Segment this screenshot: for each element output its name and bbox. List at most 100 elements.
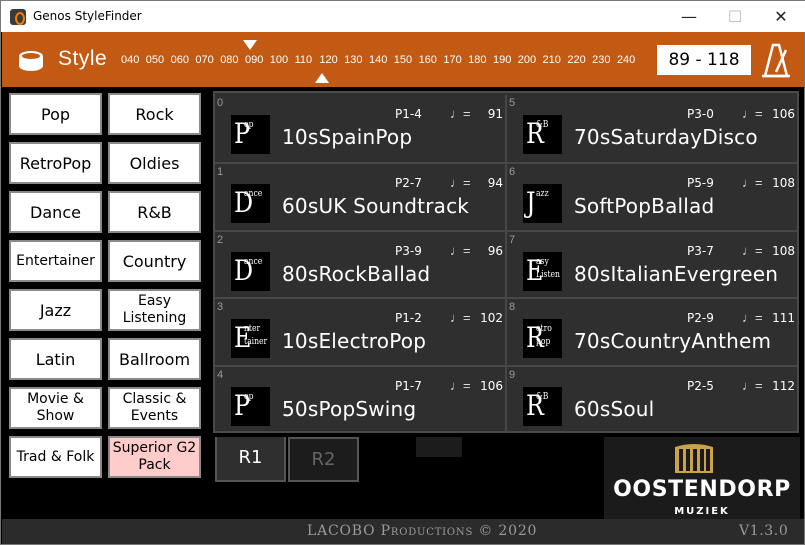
tempo-lower-marker[interactable] [243,40,257,50]
category-button-classic-events[interactable]: Classic & Events [108,387,201,429]
category-button-trad-folk[interactable]: Trad & Folk [9,436,102,478]
quarter-note-icon: ♩= [450,310,471,325]
tempo-mark: 150 [393,54,413,66]
style-tempo: 106 [480,379,503,393]
style-item[interactable]: 8 Retro pop P2-9 ♩= 111 70sCountryAnthem [507,299,797,367]
tempo-mark: 230 [592,54,611,66]
tempo-mark: 140 [368,54,388,66]
tab-r1[interactable]: R1 [215,437,286,482]
style-registration: P5-9 [687,176,714,190]
tempo-mark: 080 [220,54,239,66]
category-button-rnb[interactable]: R&B [108,191,201,233]
logo-text: &B [536,392,549,402]
tempo-mark: 090 [244,54,264,66]
category-button-pop[interactable]: Pop [9,93,102,135]
style-item[interactable]: 9 R &B P2-5 ♩= 112 60sSoul [507,367,797,435]
quarter-note-icon: ♩= [450,243,471,258]
style-item[interactable]: 4 Pop P1-7 ♩= 106 50sPopSwing [215,367,505,435]
tempo-mark: 070 [195,54,214,66]
category-button-ballroom[interactable]: Ballroom [108,338,201,380]
category-button-oldies[interactable]: Oldies [108,142,201,184]
tempo-scale[interactable]: 040 050 060 070 080 090 100 110 120 130 140 150 160 1… [121,54,642,66]
close-button[interactable]: ✕ [758,1,804,32]
style-category-icon: R &B [523,387,562,426]
tab-r2[interactable]: R2 [288,437,359,482]
tempo-range-display: 89 - 118 [657,45,751,75]
style-category-icon: R &B [523,115,562,154]
style-index: 9 [509,369,516,381]
style-index: 5 [509,97,516,109]
style-tempo: 91 [487,107,503,121]
category-button-superior-g2-pack[interactable]: Superior G2 Pack [108,436,201,478]
category-button-country[interactable]: Country [108,240,201,282]
style-index: 8 [509,301,516,313]
style-name: 70sCountryAnthem [574,329,772,353]
window-title: Genos StyleFinder [33,9,142,23]
style-category-icon: Dance [231,252,270,291]
style-name: 10sSpainPop [282,125,413,149]
category-button-jazz[interactable]: Jazz [9,289,102,331]
style-name: SoftPopBallad [574,194,715,218]
style-item[interactable]: 6 Jazz P5-9 ♩= 108 SoftPopBallad [507,164,797,232]
category-button-easy-listening[interactable]: Easy Listening [108,289,201,331]
style-category-icon: Pop [231,387,270,426]
style-index: 4 [217,369,224,381]
style-item[interactable]: 1 Dance P2-7 ♩= 94 60sUK Soundtrack [215,164,505,232]
category-button-retropop[interactable]: RetroPop [9,142,102,184]
tab-spacer [416,437,462,457]
style-header: Style 040 050 060 070 080 090 100 110 120 130 140 1… [2,32,804,87]
tempo-mark: 130 [344,54,363,66]
style-tempo: 112 [772,379,795,393]
drum-icon [19,51,43,71]
style-item[interactable]: 2 Dance P3-9 ♩= 96 80sRockBallad [215,232,505,300]
category-button-movie-show[interactable]: Movie & Show [9,387,102,429]
style-registration: P1-7 [395,379,422,393]
style-index: 7 [509,234,516,246]
tempo-mark: 200 [517,54,537,66]
tempo-upper-marker[interactable] [315,73,329,83]
version-text: V1.3.0 [739,523,789,539]
piano-keys-icon [675,444,713,473]
style-registration: P1-2 [395,311,422,325]
metronome-icon[interactable] [759,42,793,78]
style-label: Style [58,47,108,70]
logo-text: op [244,120,254,130]
style-registration: P2-9 [687,311,714,325]
style-name: 80sItalianEvergreen [574,262,779,286]
quarter-note-icon: ♩= [450,175,471,190]
style-registration: P2-7 [395,176,422,190]
style-tempo: 108 [772,176,795,190]
logo-text: Listen [536,270,560,280]
tempo-mark: 210 [542,54,561,66]
category-button-rock[interactable]: Rock [108,93,201,135]
footer: LACOBO Productions © 2020 V1.3.0 [2,519,804,544]
category-button-dance[interactable]: Dance [9,191,102,233]
style-item[interactable]: 3 Enter tainer P1-2 ♩= 102 10sElectroPop [215,299,505,367]
minimize-button[interactable]: — [666,1,712,32]
style-item[interactable]: 5 R &B P3-0 ♩= 106 70sSaturdayDisco [507,95,797,163]
style-tempo: 108 [772,244,795,258]
category-button-entertainer[interactable]: Entertainer [9,240,102,282]
quarter-note-icon: ♩= [742,378,763,393]
logo-text: asy [536,257,549,267]
logo-text: pop [536,337,551,347]
tempo-mark: 110 [294,54,313,66]
logo-text: ance [244,257,263,267]
tempo-mark: 190 [492,54,512,66]
quarter-note-icon: ♩= [742,175,763,190]
style-tempo: 111 [772,311,795,325]
style-name: 10sElectroPop [282,329,427,353]
credit-text: LACOBO Productions © 2020 [307,523,538,539]
style-index: 2 [217,234,224,246]
style-name: 80sRockBallad [282,262,431,286]
style-name: 60sUK Soundtrack [282,194,470,218]
tempo-mark: 240 [616,54,636,66]
app-icon [10,9,26,25]
category-button-latin[interactable]: Latin [9,338,102,380]
style-item[interactable]: 0 Pop P1-4 ♩= 91 10sSpainPop [215,95,505,163]
tempo-mark: 170 [443,54,462,66]
style-item[interactable]: 7 Easy Listen P3-7 ♩= 108 80sItalianEvergreen [507,232,797,300]
style-tempo: 102 [480,311,503,325]
maximize-button[interactable]: ☐ [712,1,758,32]
style-index: 3 [217,301,224,313]
